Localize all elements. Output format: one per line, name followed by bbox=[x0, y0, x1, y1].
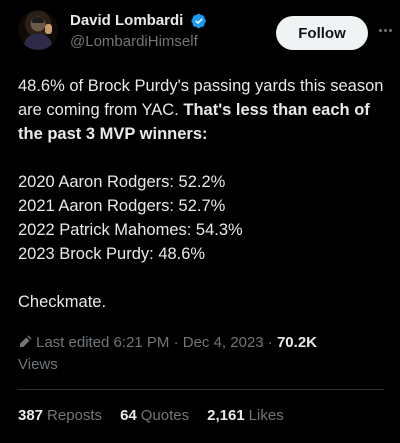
quotes-stat[interactable]: 64 Quotes bbox=[120, 407, 189, 424]
likes-count: 2,161 bbox=[207, 407, 245, 424]
reposts-label: Reposts bbox=[47, 407, 103, 424]
verified-badge-icon bbox=[191, 13, 206, 28]
stat-line: 2022 Patrick Mahomes: 54.3% bbox=[18, 221, 243, 239]
tweet-meta: Last edited 6:21 PM · Dec 4, 2023 · 70.2… bbox=[18, 332, 384, 376]
likes-stat[interactable]: 2,161 Likes bbox=[207, 407, 284, 424]
more-horizontal-icon[interactable] bbox=[376, 22, 394, 38]
engagement-stats: 387 Reposts 64 Quotes 2,161 Likes bbox=[18, 407, 284, 424]
views-count: 70.2K bbox=[276, 334, 317, 351]
reposts-count: 387 bbox=[18, 407, 44, 424]
stat-line: 2021 Aaron Rodgers: 52.7% bbox=[18, 197, 226, 215]
quotes-count: 64 bbox=[120, 407, 137, 424]
tweet-closing: Checkmate. bbox=[18, 293, 107, 311]
likes-label: Likes bbox=[248, 407, 284, 424]
quotes-label: Quotes bbox=[140, 407, 190, 424]
reposts-stat[interactable]: 387 Reposts bbox=[18, 407, 102, 424]
stat-line: 2020 Aaron Rodgers: 52.2% bbox=[18, 173, 226, 191]
pencil-icon bbox=[19, 335, 32, 348]
edited-timestamp[interactable]: Last edited 6:21 PM · Dec 4, 2023 · bbox=[36, 334, 277, 351]
views-label: Views bbox=[18, 356, 58, 373]
author-handle[interactable]: @LombardiHimself bbox=[70, 33, 207, 50]
avatar[interactable] bbox=[18, 10, 58, 50]
divider bbox=[18, 389, 384, 390]
tweet-intro: 48.6% of Brock Purdy's passing yards thi… bbox=[18, 74, 384, 146]
tweet-body: 48.6% of Brock Purdy's passing yards thi… bbox=[18, 74, 384, 314]
author-display-name[interactable]: David Lombardi bbox=[70, 12, 183, 29]
author-names: David Lombardi @LombardiHimself bbox=[70, 12, 207, 50]
tweet-header: David Lombardi @LombardiHimself Follow bbox=[18, 8, 392, 58]
stat-line: 2023 Brock Purdy: 48.6% bbox=[18, 245, 206, 263]
follow-button[interactable]: Follow bbox=[276, 16, 368, 50]
